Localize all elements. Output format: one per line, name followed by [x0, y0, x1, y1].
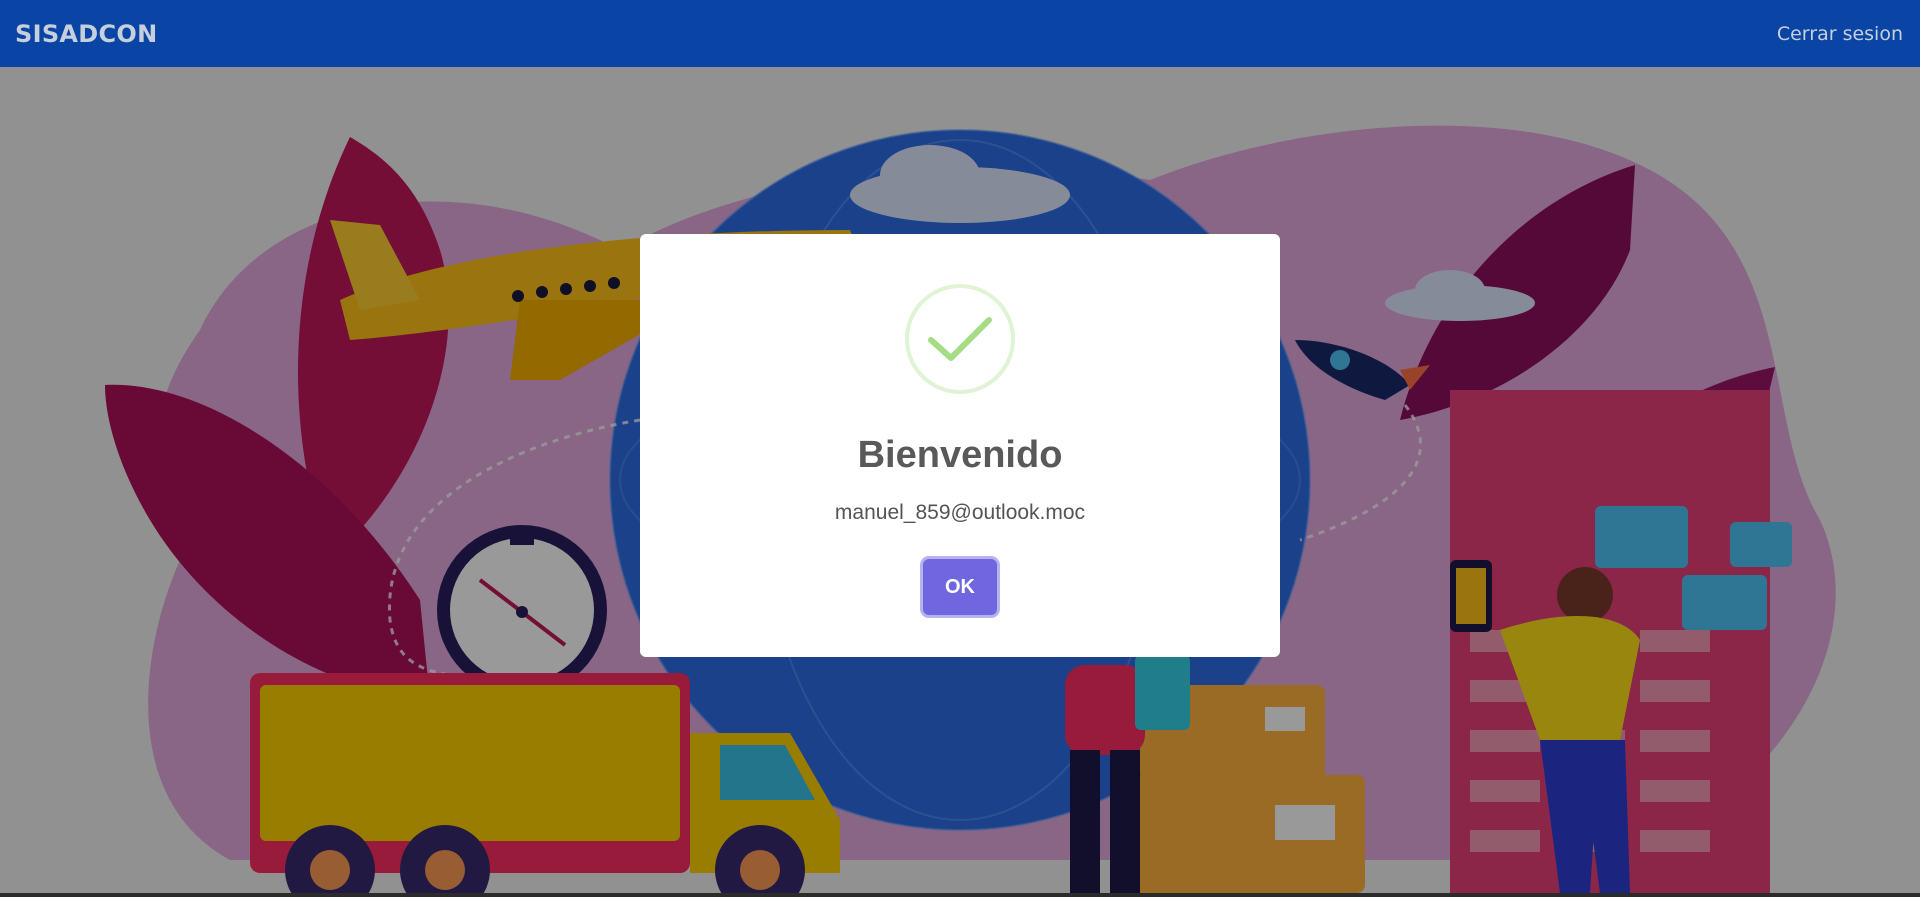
success-icon — [905, 284, 1015, 394]
dialog-title: Bienvenido — [857, 434, 1063, 476]
ok-button[interactable]: OK — [923, 559, 997, 615]
checkmark-icon — [928, 317, 992, 361]
welcome-dialog: Bienvenido manuel_859@outlook.moc OK — [640, 234, 1280, 657]
logout-link[interactable]: Cerrar sesion — [1777, 23, 1903, 45]
top-navbar: SISADCON Cerrar sesion — [0, 0, 1920, 67]
dialog-message: manuel_859@outlook.moc — [834, 501, 1086, 524]
bottom-edge — [0, 893, 1920, 897]
brand-logo[interactable]: SISADCON — [15, 20, 158, 48]
